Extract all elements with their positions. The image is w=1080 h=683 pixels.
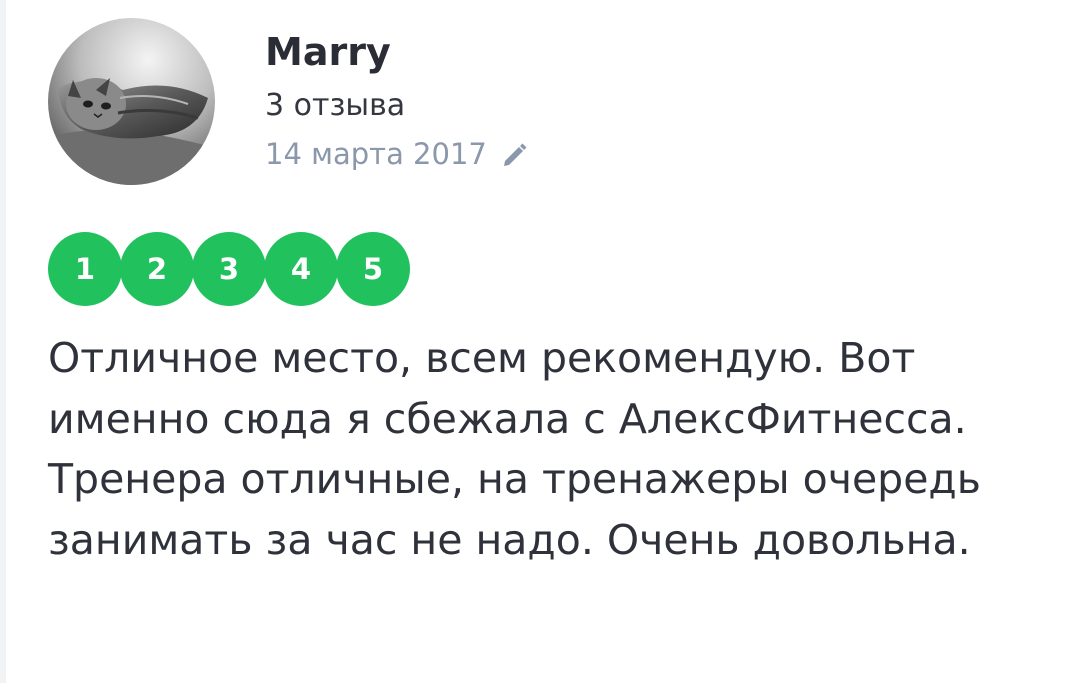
rating-1[interactable]: 1 [48, 232, 122, 306]
cat-photo-image [48, 18, 215, 185]
review-date: 14 марта 2017 [265, 137, 487, 171]
pencil-icon[interactable] [499, 139, 529, 169]
avatar[interactable] [48, 18, 215, 185]
author-name[interactable]: Marry [265, 26, 391, 78]
review-count[interactable]: 3 отзыва [265, 86, 405, 126]
rating-2[interactable]: 2 [120, 232, 194, 306]
rating-5[interactable]: 5 [336, 232, 410, 306]
rating-4[interactable]: 4 [264, 232, 338, 306]
page-edge [0, 0, 6, 683]
rating-3[interactable]: 3 [192, 232, 266, 306]
review-text: Отличное место, всем рекомендую. Вот име… [48, 334, 981, 564]
date-row: 14 марта 2017 [265, 134, 529, 174]
rating-scale: 1 2 3 4 5 [48, 232, 410, 306]
